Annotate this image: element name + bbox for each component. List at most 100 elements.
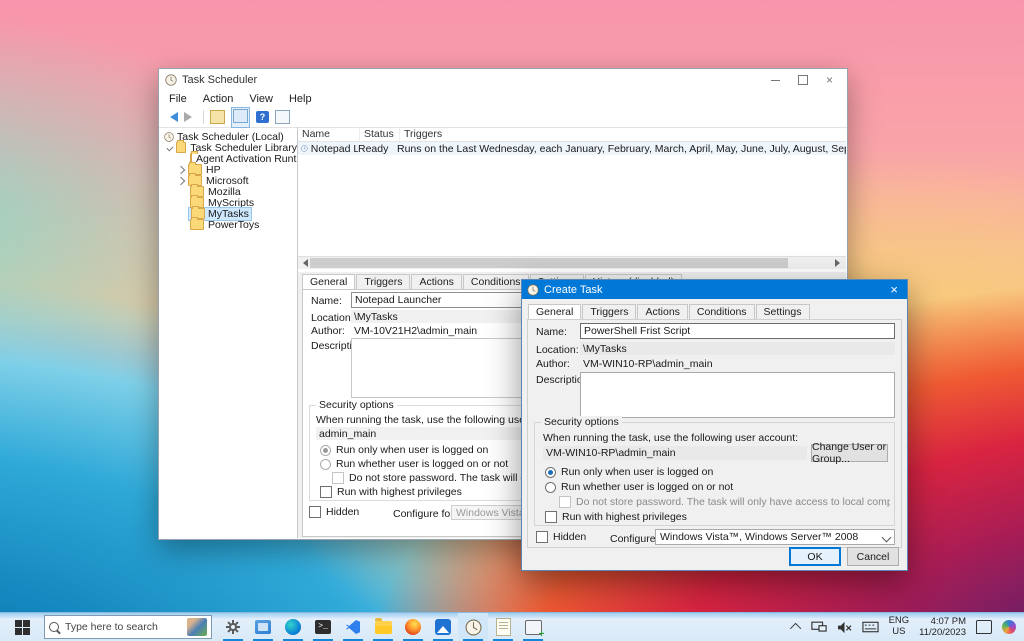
radio-run-logged-on-or-not[interactable]: Run whether user is logged on or not <box>545 481 733 493</box>
notification-center-icon[interactable] <box>976 620 992 634</box>
description-input[interactable] <box>580 372 895 418</box>
tab-actions[interactable]: Actions <box>637 304 687 319</box>
checkbox-run-highest-privileges[interactable]: Run with highest privileges <box>545 511 687 523</box>
ok-button[interactable]: OK <box>789 547 841 566</box>
tree-item-agent-activation-runtime[interactable]: Agent Activation Runtime <box>160 153 297 164</box>
show-console-tree-button[interactable] <box>231 107 250 128</box>
tree-library[interactable]: Task Scheduler Library <box>160 142 297 153</box>
account-hint: When running the task, use the following… <box>543 432 798 444</box>
checkbox-icon[interactable] <box>545 511 557 523</box>
tree-item-label: PowerToys <box>208 219 259 231</box>
show-action-pane-icon[interactable] <box>275 110 290 124</box>
dialog-titlebar[interactable]: Create Task × <box>522 280 907 299</box>
checkbox-icon[interactable] <box>320 486 332 498</box>
list-header: Name Status Triggers <box>298 127 846 142</box>
change-user-button[interactable]: Change User or Group... <box>811 444 888 462</box>
terminal-icon: >_ <box>315 620 331 634</box>
chevron-down-icon[interactable] <box>167 144 174 151</box>
radio-run-only-logged-on[interactable]: Run only when user is logged on <box>545 466 713 478</box>
start-button[interactable] <box>0 613 44 641</box>
minimize-button[interactable] <box>771 80 780 81</box>
help-icon[interactable]: ? <box>256 111 269 123</box>
display-icon[interactable] <box>811 621 827 634</box>
hidden-icons-chevron[interactable] <box>789 623 800 634</box>
radio-selected-icon[interactable] <box>320 445 331 456</box>
tab-actions[interactable]: Actions <box>411 274 461 289</box>
tree-item-microsoft[interactable]: Microsoft <box>160 175 297 186</box>
radio-run-logged-on-or-not[interactable]: Run whether user is logged on or not <box>320 458 508 470</box>
chevron-right-icon[interactable] <box>177 165 185 173</box>
close-button[interactable]: × <box>826 76 833 84</box>
chevron-down-icon <box>882 532 892 542</box>
menu-file[interactable]: File <box>169 93 187 105</box>
maximize-button[interactable] <box>798 75 808 85</box>
radio-selected-icon[interactable] <box>545 467 556 478</box>
checkbox-run-highest-privileges[interactable]: Run with highest privileges <box>320 486 462 498</box>
menu-action[interactable]: Action <box>203 93 234 105</box>
column-triggers[interactable]: Triggers <box>400 127 846 141</box>
task-row-notepad-launcher[interactable]: Notepad La... Ready Runs on the Last Wed… <box>298 142 846 155</box>
task-name-input[interactable]: PowerShell Frist Script <box>580 323 895 339</box>
cancel-button[interactable]: Cancel <box>847 547 899 566</box>
checkbox-icon[interactable] <box>309 506 321 518</box>
volume-muted-icon[interactable] <box>837 621 852 634</box>
menu-help[interactable]: Help <box>289 93 312 105</box>
radio-run-only-logged-on[interactable]: Run only when user is logged on <box>320 444 488 456</box>
tab-conditions[interactable]: Conditions <box>689 304 755 319</box>
menu-view[interactable]: View <box>249 93 273 105</box>
radio-icon[interactable] <box>545 482 556 493</box>
column-name[interactable]: Name <box>298 127 360 141</box>
taskbar-item-notepad[interactable] <box>488 613 518 641</box>
tree-item-mytasks[interactable]: MyTasks <box>160 208 297 219</box>
taskbar-item-settings[interactable] <box>218 613 248 641</box>
taskbar-item-terminal[interactable]: >_ <box>308 613 338 641</box>
configure-for-combo[interactable]: Windows Vista™, Windows Server™ 2008 <box>655 529 895 545</box>
checkbox-icon[interactable] <box>536 531 548 543</box>
clock-date[interactable]: 4:07 PM 11/20/2023 <box>919 616 966 639</box>
tab-general[interactable]: General <box>302 274 355 289</box>
checkbox-label: Run with highest privileges <box>562 511 687 523</box>
copilot-icon[interactable] <box>1002 620 1016 634</box>
clock-icon <box>465 619 482 636</box>
checkbox-disabled-icon <box>559 496 571 508</box>
horizontal-scrollbar[interactable] <box>298 256 846 269</box>
taskbar-item-file-explorer[interactable] <box>368 613 398 641</box>
taskbar-item-snipping-tool[interactable] <box>518 613 548 641</box>
scrollbar-thumb[interactable] <box>310 258 788 268</box>
back-icon[interactable] <box>165 112 178 122</box>
taskbar-item-task-scheduler[interactable] <box>458 613 488 641</box>
search-box[interactable]: Type here to search <box>44 615 212 639</box>
scroll-left-icon[interactable] <box>298 259 308 267</box>
scroll-right-icon[interactable] <box>835 259 844 267</box>
column-status[interactable]: Status <box>360 127 400 141</box>
titlebar[interactable]: Task Scheduler × <box>159 69 847 91</box>
checkbox-hidden[interactable]: Hidden <box>309 506 359 518</box>
taskbar-item-edge[interactable] <box>278 613 308 641</box>
tab-settings[interactable]: Settings <box>756 304 810 319</box>
tab-triggers[interactable]: Triggers <box>582 304 636 319</box>
search-highlight-image[interactable] <box>187 618 207 636</box>
tree-item-mozilla[interactable]: Mozilla <box>160 186 297 197</box>
configure-for-label: Configure for: <box>393 508 457 520</box>
taskbar-item-firefox[interactable] <box>398 613 428 641</box>
checkbox-do-not-store-password: Do not store password. The task will onl… <box>559 496 890 508</box>
touch-keyboard-icon[interactable] <box>862 621 879 633</box>
export-icon[interactable] <box>210 110 225 124</box>
vscode-icon <box>345 619 361 635</box>
tree-item-hp[interactable]: HP <box>160 164 297 175</box>
taskbar-item-vscode[interactable] <box>338 613 368 641</box>
taskbar-item-remote-desktop[interactable] <box>248 613 278 641</box>
checkbox-hidden[interactable]: Hidden <box>536 531 586 543</box>
language-region: US <box>889 627 910 638</box>
taskbar-item-photos[interactable] <box>428 613 458 641</box>
tree-item-powertoys[interactable]: PowerToys <box>160 219 297 230</box>
language-indicator[interactable]: ENG US <box>889 616 910 638</box>
tab-conditions[interactable]: Conditions <box>463 274 529 289</box>
chevron-right-icon[interactable] <box>177 176 185 184</box>
dialog-close-icon[interactable]: × <box>890 282 902 297</box>
dialog-general-tab-panel: Name: PowerShell Frist Script Location: … <box>527 319 902 548</box>
radio-icon[interactable] <box>320 459 331 470</box>
forward-icon[interactable] <box>184 112 197 122</box>
tab-general[interactable]: General <box>528 304 581 319</box>
tab-triggers[interactable]: Triggers <box>356 274 410 289</box>
